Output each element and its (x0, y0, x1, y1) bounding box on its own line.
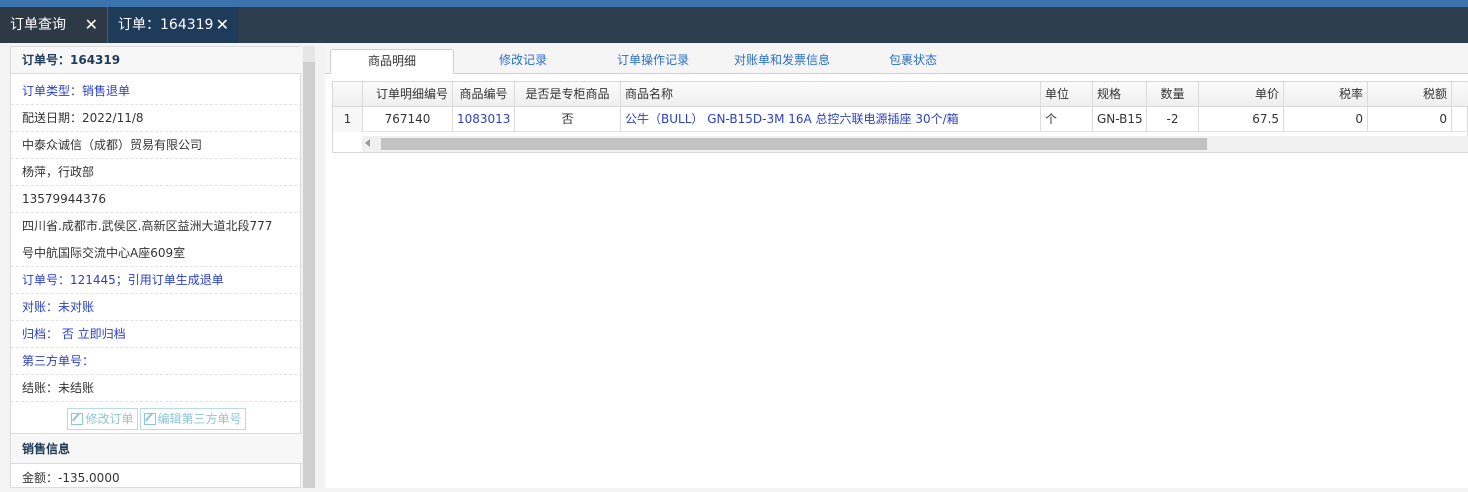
edit-icon (143, 413, 156, 425)
table-row[interactable]: 1 767140 1083013 否 公牛（BULL） GN-B15D-3M 1… (333, 107, 1468, 132)
address-line-1: 四川省.成都市.武侯区.高新区益洲大道北段777 (22, 219, 273, 233)
tab-invoice-info[interactable]: 对账单和发票信息 (722, 49, 842, 74)
sales-info-header: 销售信息 (11, 433, 302, 464)
col-unit[interactable]: 单位 (1041, 82, 1093, 107)
order-info-panel: 订单号：164319 订单类型：销售退单 配送日期：2022/11/8 中泰众诚… (10, 46, 302, 488)
tab-bar: 订单查询 ✕ 订单：164319 ✕ (0, 7, 1468, 43)
cell-product-name[interactable]: 公牛（BULL） GN-B15D-3M 16A 总控六联电源插座 30个/箱 (621, 107, 1041, 132)
cell-spec: GN-B15 (1093, 107, 1147, 132)
tab-order-detail[interactable]: 订单：164319 ✕ (108, 7, 238, 43)
phone-number: 13579944376 (11, 186, 302, 213)
col-unit-price[interactable]: 单价 (1199, 82, 1284, 107)
scrollbar-up[interactable] (303, 46, 315, 62)
cell-detail-id: 767140 (363, 107, 453, 132)
col-product-name[interactable]: 商品名称 (621, 82, 1041, 107)
archive-status[interactable]: 归档： 否 立即归档 (11, 321, 302, 348)
reference-order[interactable]: 订单号：121445；引用订单生成退单 (11, 267, 302, 294)
cell-unit: 个 (1041, 107, 1093, 132)
settle-status: 结账：未结账 (11, 375, 302, 402)
product-grid: 订单明细编号 商品编号 是否是专柜商品 商品名称 单位 规格 数量 单价 税率 … (332, 81, 1468, 153)
top-accent-strip (0, 0, 1468, 7)
order-type: 订单类型：销售退单 (11, 78, 302, 105)
edit-order-button[interactable]: 修改订单 (67, 408, 138, 430)
close-icon[interactable]: ✕ (85, 7, 98, 43)
col-tax-amount[interactable]: 税额 (1368, 82, 1452, 107)
col-quantity[interactable]: 数量 (1147, 82, 1199, 107)
third-party-number: 第三方单号： (11, 348, 302, 375)
company-name: 中泰众诚信（成都）贸易有限公司 (11, 132, 302, 159)
col-counter-product[interactable]: 是否是专柜商品 (515, 82, 621, 107)
tab-product-details[interactable]: 商品明细 (330, 49, 454, 74)
cell-tax-amount: 0 (1368, 107, 1452, 132)
horizontal-scrollbar[interactable] (362, 136, 1468, 152)
cell-counter-product: 否 (515, 107, 621, 132)
cell-quantity: -2 (1147, 107, 1199, 132)
edit-third-party-button[interactable]: 编辑第三方单号 (139, 408, 246, 430)
tab-package-status[interactable]: 包裹状态 (868, 49, 958, 74)
col-index (333, 82, 363, 107)
row-index: 1 (333, 107, 363, 132)
tab-operation-log[interactable]: 订单操作记录 (595, 49, 711, 74)
cell-product-id[interactable]: 1083013 (453, 107, 515, 132)
detail-area: 商品明细 修改记录 订单操作记录 对账单和发票信息 包裹状态 订单明细编号 商品… (325, 44, 1468, 488)
delivery-date: 配送日期：2022/11/8 (11, 105, 302, 132)
cell-tax-rate: 0 (1284, 107, 1368, 132)
tab-order-query[interactable]: 订单查询 ✕ (0, 7, 108, 43)
order-number: 订单号：164319 (11, 47, 302, 74)
edit-icon (71, 413, 84, 425)
left-actions: 修改订单 编辑第三方单号 (11, 405, 302, 433)
col-spec[interactable]: 规格 (1093, 82, 1147, 107)
detail-tabs: 商品明细 修改记录 订单操作记录 对账单和发票信息 包裹状态 (325, 44, 1468, 74)
col-product-id[interactable]: 商品编号 (453, 82, 515, 107)
grid-header: 订单明细编号 商品编号 是否是专柜商品 商品名称 单位 规格 数量 单价 税率 … (333, 82, 1468, 107)
col-detail-id[interactable]: 订单明细编号 (363, 82, 453, 107)
close-icon[interactable]: ✕ (216, 7, 229, 43)
contact-person: 杨萍，行政部 (11, 159, 302, 186)
scroll-left-icon[interactable] (365, 139, 370, 147)
reconcile-status: 对账：未对账 (11, 294, 302, 321)
address-line-2: 号中航国际交流中心A座609室 (11, 240, 302, 267)
tab-change-log[interactable]: 修改记录 (473, 49, 573, 74)
scrollbar-thumb[interactable] (381, 138, 1207, 150)
cell-unit-price: 67.5 (1199, 107, 1284, 132)
tab-label: 订单查询 (10, 17, 66, 33)
col-tax-rate[interactable]: 税率 (1284, 82, 1368, 107)
tab-label: 订单：164319 (118, 17, 214, 33)
left-scrollbar[interactable] (303, 62, 315, 488)
